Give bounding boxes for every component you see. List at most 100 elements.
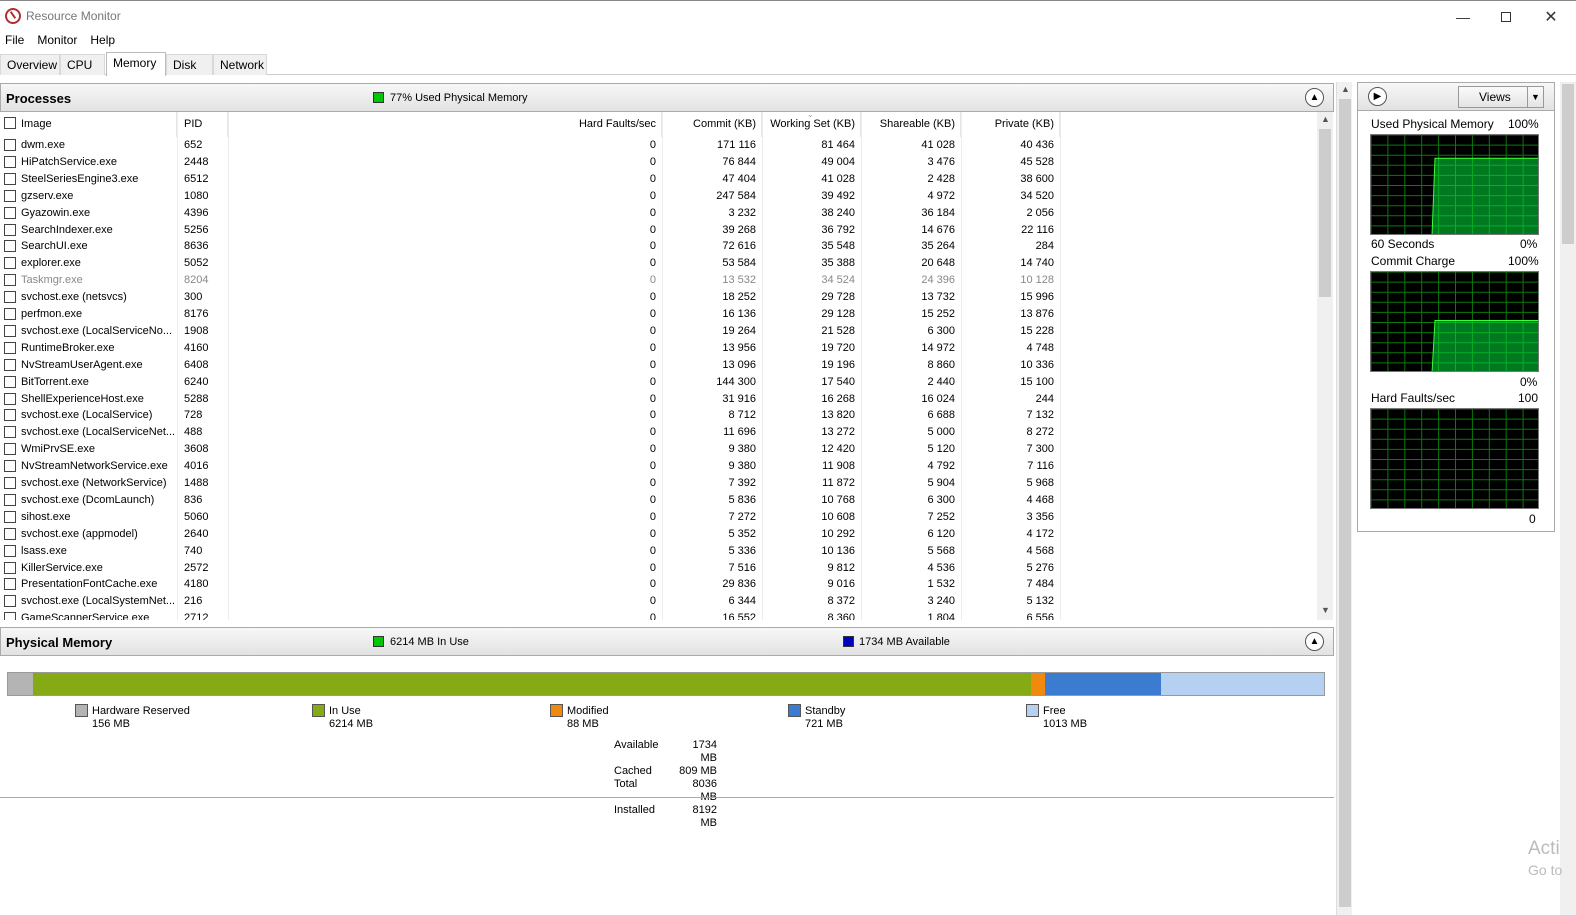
row-checkbox[interactable] (4, 409, 16, 422)
process-table-scrollbar[interactable]: ▲ ▼ (1317, 112, 1333, 620)
row-checkbox[interactable] (4, 139, 16, 151)
row-checkbox[interactable] (4, 341, 16, 354)
row-checkbox[interactable] (4, 612, 16, 620)
row-checkbox[interactable] (4, 172, 16, 185)
views-button[interactable]: Views ▼ (1458, 86, 1544, 108)
menu-file[interactable]: File (0, 32, 29, 50)
cell-shareable: 8 860 (927, 358, 955, 371)
tab-network[interactable]: Network (213, 54, 267, 75)
row-checkbox[interactable] (4, 527, 16, 540)
row-checkbox[interactable] (4, 426, 16, 439)
cell-shareable: 1 804 (927, 612, 955, 620)
row-checkbox[interactable] (4, 443, 16, 456)
column-header-commit[interactable]: Commit (KB) (663, 112, 762, 137)
table-row[interactable]: svchost.exe (LocalServiceNet... 488 0 11 69… (0, 424, 1316, 441)
cell-private: 8 272 (1026, 426, 1054, 439)
table-row[interactable]: WmiPrvSE.exe 3608 0 9 380 12 420 5 120 7 300 (0, 441, 1316, 458)
close-button[interactable]: ✕ (1528, 1, 1574, 32)
cell-pid: 4016 (184, 460, 209, 473)
table-row[interactable]: KillerService.exe 2572 0 7 516 9 812 4 536 5 2… (0, 560, 1316, 577)
scroll-up-icon[interactable]: ▲ (1341, 84, 1350, 94)
table-row[interactable]: SteelSeriesEngine3.exe 6512 0 47 404 41 028 2… (0, 171, 1316, 188)
row-checkbox[interactable] (4, 308, 16, 320)
hide-graphs-button[interactable]: ▶ (1368, 87, 1387, 106)
table-row[interactable]: svchost.exe (appmodel) 2640 0 5 352 10 292 6 … (0, 526, 1316, 543)
table-row[interactable]: svchost.exe (DcomLaunch) 836 0 5 836 10 768 6… (0, 492, 1316, 509)
column-header-pid[interactable]: PID (178, 112, 228, 137)
column-header-working-set[interactable]: ⌄ Working Set (KB) (763, 112, 861, 137)
table-row[interactable]: lsass.exe 740 0 5 336 10 136 5 568 4 568 (0, 543, 1316, 560)
table-row[interactable]: perfmon.exe 8176 0 16 136 29 128 15 252 13 876 (0, 306, 1316, 323)
table-row[interactable]: GameScannerService.exe 2712 0 16 552 8 360 1 … (0, 610, 1316, 620)
tab-disk[interactable]: Disk (166, 54, 213, 75)
menu-monitor[interactable]: Monitor (32, 32, 82, 50)
row-checkbox[interactable] (4, 257, 16, 270)
physical-memory-header[interactable]: Physical Memory 6214 MB In Use 1734 MB A… (0, 627, 1334, 656)
table-row[interactable]: dwm.exe 652 0 171 116 81 464 41 028 40 436 (0, 137, 1316, 154)
table-row[interactable]: svchost.exe (netsvcs) 300 0 18 252 29 728 13 … (0, 289, 1316, 306)
row-checkbox[interactable] (4, 189, 16, 202)
table-row[interactable]: svchost.exe (LocalServiceNo... 1908 0 19 26… (0, 323, 1316, 340)
table-row[interactable]: HiPatchService.exe 2448 0 76 844 49 004 3 476… (0, 154, 1316, 171)
menu-help[interactable]: Help (85, 32, 120, 50)
table-row[interactable]: svchost.exe (LocalService) 728 0 8 712 13 82… (0, 407, 1316, 424)
column-header-shareable[interactable]: Shareable (KB) (862, 112, 961, 137)
scroll-thumb[interactable] (1319, 129, 1331, 297)
table-row[interactable]: RuntimeBroker.exe 4160 0 13 956 19 720 14 972… (0, 340, 1316, 357)
table-row[interactable]: SearchIndexer.exe 5256 0 39 268 36 792 14 676… (0, 222, 1316, 239)
tab-overview[interactable]: Overview (0, 54, 60, 75)
row-checkbox[interactable] (4, 324, 16, 337)
row-checkbox[interactable] (4, 274, 16, 287)
processes-collapse-button[interactable]: ▲ (1305, 88, 1324, 107)
table-row[interactable]: BitTorrent.exe 6240 0 144 300 17 540 2 440 15 … (0, 374, 1316, 391)
table-row[interactable]: explorer.exe 5052 0 53 584 35 388 20 648 14 74… (0, 255, 1316, 272)
row-checkbox[interactable] (4, 544, 16, 557)
row-checkbox[interactable] (4, 291, 16, 304)
row-checkbox[interactable] (4, 358, 16, 371)
row-checkbox[interactable] (4, 460, 16, 473)
table-row[interactable]: PresentationFontCache.exe 4180 0 29 836 9 01… (0, 576, 1316, 593)
chevron-up-icon: ▲ (1309, 636, 1320, 647)
physical-memory-collapse-button[interactable]: ▲ (1305, 632, 1324, 651)
table-row[interactable]: gzserv.exe 1080 0 247 584 39 492 4 972 34 520 (0, 188, 1316, 205)
column-header-hard-faults[interactable]: Hard Faults/sec (229, 112, 662, 137)
dropdown-arrow-icon[interactable]: ▼ (1527, 87, 1543, 107)
processes-header[interactable]: Processes 77% Used Physical Memory ▲ (0, 83, 1334, 112)
row-checkbox[interactable] (4, 493, 16, 506)
row-checkbox[interactable] (4, 477, 16, 489)
column-header-image[interactable]: Image (0, 112, 177, 137)
scroll-down-icon[interactable]: ▼ (1321, 605, 1330, 615)
table-row[interactable]: Gyazowin.exe 4396 0 3 232 38 240 36 184 2 056 (0, 205, 1316, 222)
table-row[interactable]: ShellExperienceHost.exe 5288 0 31 916 16 268… (0, 391, 1316, 408)
maximize-button[interactable] (1483, 1, 1529, 32)
table-row[interactable]: NvStreamUserAgent.exe 6408 0 13 096 19 196 8 … (0, 357, 1316, 374)
select-all-checkbox[interactable] (4, 117, 16, 129)
table-row[interactable]: Taskmgr.exe 8204 0 13 532 34 524 24 396 10 128 (0, 272, 1316, 289)
scroll-thumb[interactable] (1562, 84, 1574, 244)
row-checkbox[interactable] (4, 595, 16, 608)
column-header-private[interactable]: Private (KB) (962, 112, 1060, 137)
cell-working-set: 81 464 (821, 139, 855, 151)
table-row[interactable]: svchost.exe (NetworkService) 1488 0 7 392 11… (0, 475, 1316, 492)
row-checkbox[interactable] (4, 392, 16, 405)
side-scrollbar[interactable] (1560, 82, 1576, 915)
row-checkbox[interactable] (4, 375, 16, 388)
row-checkbox[interactable] (4, 578, 16, 591)
tab-memory[interactable]: Memory (106, 52, 166, 76)
row-checkbox[interactable] (4, 510, 16, 523)
row-checkbox[interactable] (4, 206, 16, 219)
cell-pid: 8204 (184, 274, 209, 287)
minimize-button[interactable]: — (1440, 1, 1486, 32)
table-row[interactable]: SearchUI.exe 8636 0 72 616 35 548 35 264 284 (0, 238, 1316, 255)
row-checkbox[interactable] (4, 155, 16, 168)
table-row[interactable]: svchost.exe (LocalSystemNet... 216 0 6 344 8… (0, 593, 1316, 610)
row-checkbox[interactable] (4, 223, 16, 236)
tab-cpu[interactable]: CPU (60, 54, 105, 75)
scroll-up-icon[interactable]: ▲ (1321, 114, 1330, 124)
table-row[interactable]: NvStreamNetworkService.exe 4016 0 9 380 11 9… (0, 458, 1316, 475)
table-row[interactable]: sihost.exe 5060 0 7 272 10 608 7 252 3 356 (0, 509, 1316, 526)
scroll-thumb[interactable] (1339, 99, 1351, 907)
main-scrollbar[interactable]: ▲ (1336, 82, 1352, 915)
row-checkbox[interactable] (4, 561, 16, 574)
row-checkbox[interactable] (4, 240, 16, 253)
